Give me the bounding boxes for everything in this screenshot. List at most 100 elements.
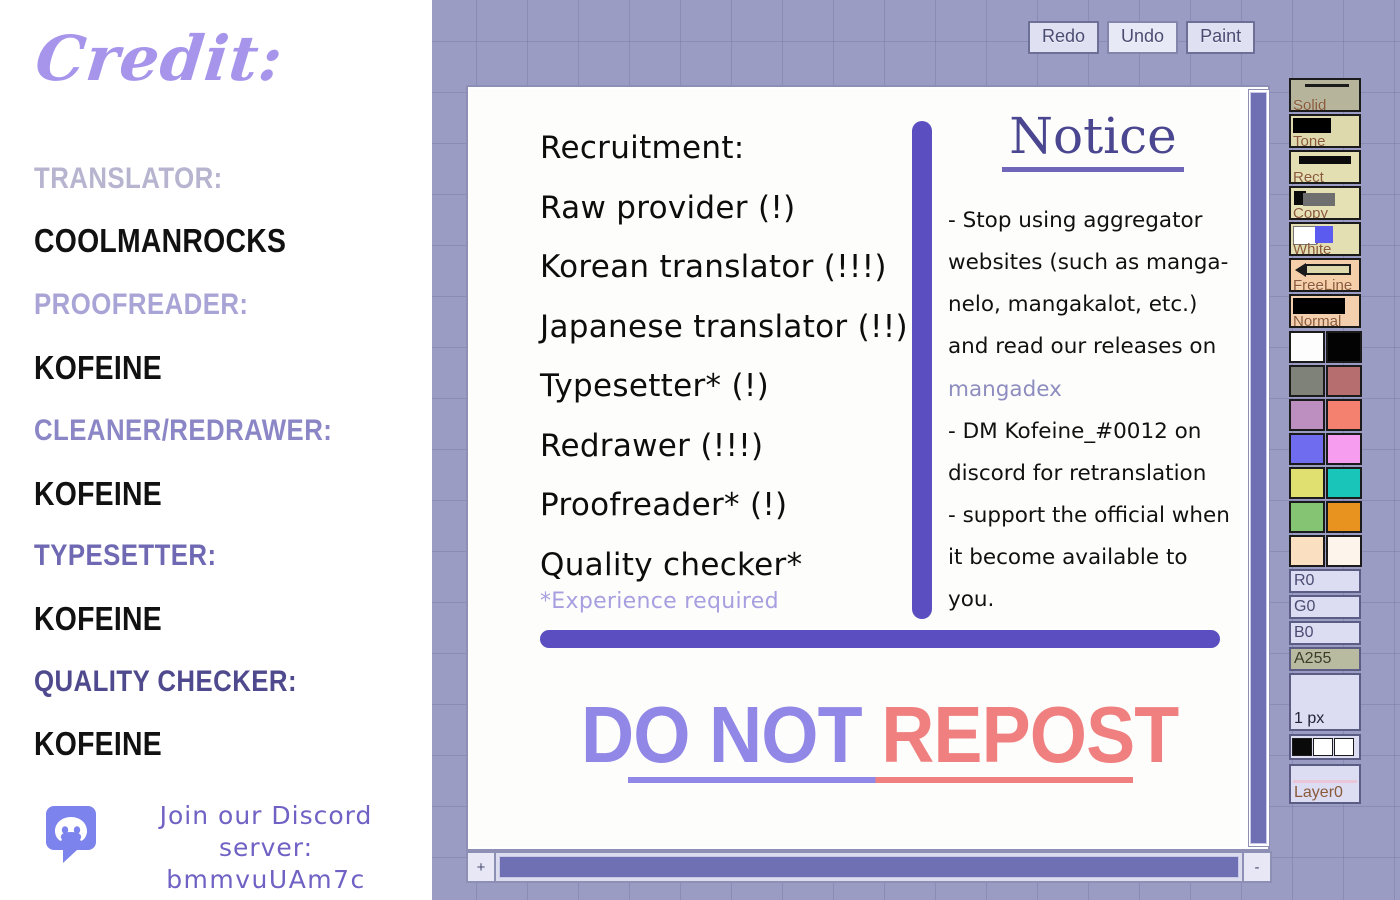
brush-size-box[interactable]: 1 px <box>1289 673 1361 731</box>
notice-body: - Stop using aggregator websites (such a… <box>948 200 1238 621</box>
tool-white[interactable]: White <box>1289 222 1361 256</box>
credit-role-translator: TRANSLATOR: <box>34 162 223 195</box>
tool-label: FreeLine <box>1293 277 1353 292</box>
brush-size-label: 1 px <box>1294 710 1325 727</box>
color-swatch[interactable] <box>1289 331 1325 363</box>
discord-icon <box>40 804 102 866</box>
tool-tone[interactable]: Tone <box>1289 114 1361 148</box>
recruitment-list: Recruitment: Raw provider (!) Korean tra… <box>540 119 930 595</box>
color-swatch[interactable] <box>1326 365 1362 397</box>
color-swatch[interactable] <box>1326 467 1362 499</box>
recruitment-heading: Recruitment: <box>540 130 745 166</box>
notice-line: nelo, mangakalot, etc.) <box>948 292 1198 318</box>
tool-label: Rect <box>1293 169 1324 184</box>
vertical-divider <box>912 121 932 619</box>
layer-strip <box>1293 780 1357 783</box>
scroll-zoom-out-button[interactable]: - <box>1242 853 1270 881</box>
recruitment-item: Typesetter* (!) <box>540 368 770 405</box>
notice-line: and read our releases on <box>948 334 1217 360</box>
mini-swatch[interactable] <box>1292 738 1312 756</box>
color-swatch[interactable] <box>1326 331 1362 363</box>
discord-invite-label: Join our Discord server: <box>159 801 373 862</box>
notice-line: - DM Kofeine_#0012 on <box>948 418 1202 444</box>
mini-swatch-row <box>1289 734 1361 760</box>
color-swatch[interactable] <box>1289 535 1325 567</box>
tool-rect[interactable]: Rect <box>1289 150 1361 184</box>
credit-title: Credit: <box>32 22 287 95</box>
canvas-horizontal-scrollbar[interactable]: + - <box>466 851 1272 883</box>
watermark-part-repost: REPOST <box>881 690 1180 779</box>
color-swatch[interactable] <box>1289 433 1325 465</box>
color-swatch[interactable] <box>1326 399 1362 431</box>
mini-swatch[interactable] <box>1334 738 1354 756</box>
notice-line: discord for retranslation <box>948 460 1207 486</box>
color-swatch[interactable] <box>1289 399 1325 431</box>
tool-palette: Solid Tone Rect Copy White FreeLine Norm… <box>1289 78 1365 804</box>
color-swatch[interactable] <box>1326 501 1362 533</box>
color-swatch[interactable] <box>1289 467 1325 499</box>
solid-preview-icon <box>1305 84 1349 87</box>
channel-red-field[interactable]: R0 <box>1289 569 1361 593</box>
color-swatch[interactable] <box>1326 433 1362 465</box>
canvas-horizontal-scrollbar-thumb[interactable] <box>499 856 1239 878</box>
layer-box[interactable]: Layer0 <box>1289 764 1361 804</box>
undo-button[interactable]: Undo <box>1107 21 1179 54</box>
canvas-page[interactable]: Recruitment: Raw provider (!) Korean tra… <box>470 89 1240 847</box>
recruitment-item: Japanese translator (!!) <box>540 308 908 345</box>
tool-label: Tone <box>1293 133 1326 148</box>
recruitment-item: Raw provider (!) <box>540 189 796 226</box>
recruitment-item: Proofreader* (!) <box>540 487 788 524</box>
credit-role-typesetter: TYPESETTER: <box>34 539 217 572</box>
pencil-body-icon <box>1305 264 1351 275</box>
tool-solid[interactable]: Solid <box>1289 78 1361 112</box>
channel-blue-field[interactable]: B0 <box>1289 621 1361 645</box>
notice-block: Notice - Stop using aggregator websites … <box>948 111 1238 621</box>
credit-name-translator: COOLMANROCKS <box>34 222 287 259</box>
tool-label: Normal <box>1293 313 1342 328</box>
notice-underline <box>1002 167 1184 172</box>
layer-label: Layer0 <box>1294 784 1343 801</box>
channel-alpha-field[interactable]: A255 <box>1289 647 1361 671</box>
credit-panel: Credit: TRANSLATOR: COOLMANROCKS PROOFRE… <box>0 0 432 900</box>
credit-role-cleaner-redrawer: CLEANER/REDRAWER: <box>34 414 333 447</box>
normal-preview-icon <box>1293 298 1345 314</box>
color-swatch[interactable] <box>1289 365 1325 397</box>
discord-invite-code: bmmvuUAm7c <box>166 865 366 894</box>
credit-name-cleaner-redrawer: KOFEINE <box>34 475 162 512</box>
notice-line: websites (such as manga- <box>948 250 1229 276</box>
recruitment-item: Quality checker* <box>540 546 803 583</box>
credit-role-proofreader: PROOFREADER: <box>34 288 249 321</box>
notice-title: Notice <box>1009 107 1177 165</box>
credit-name-typesetter: KOFEINE <box>34 600 162 637</box>
channel-green-field[interactable]: G0 <box>1289 595 1361 619</box>
tool-normal[interactable]: Normal <box>1289 294 1361 328</box>
tool-label: White <box>1293 241 1332 256</box>
scroll-zoom-in-button[interactable]: + <box>468 853 496 881</box>
credit-name-quality-checker: KOFEINE <box>34 725 162 762</box>
color-swatch[interactable] <box>1326 535 1362 567</box>
credit-name-proofreader: KOFEINE <box>34 349 162 386</box>
credit-role-quality-checker: QUALITY CHECKER: <box>34 665 297 698</box>
notice-line: - support the official when <box>948 502 1230 528</box>
tool-label: Solid <box>1293 97 1327 112</box>
notice-line: it become available to you. <box>948 545 1188 613</box>
tool-copy[interactable]: Copy <box>1289 186 1361 220</box>
discord-block: Join our Discord server: bmmvuUAm7c <box>36 800 416 894</box>
paint-button[interactable]: Paint <box>1186 21 1256 54</box>
color-swatch[interactable] <box>1289 501 1325 533</box>
mangadex-link[interactable]: mangadex <box>948 369 1238 411</box>
color-swatch-grid <box>1289 331 1365 569</box>
mini-swatch[interactable] <box>1313 738 1333 756</box>
recruitment-item: Redrawer (!!!) <box>540 427 764 464</box>
redo-button[interactable]: Redo <box>1028 21 1100 54</box>
tool-freeline[interactable]: FreeLine <box>1289 258 1361 292</box>
do-not-repost-watermark: DO NOT REPOST <box>540 689 1220 783</box>
recruitment-item: Korean translator (!!!) <box>540 249 887 286</box>
tone-preview-icon <box>1293 118 1331 133</box>
notice-line: - Stop using aggregator <box>948 208 1203 233</box>
recruitment-footnote: *Experience required <box>540 589 779 614</box>
horizontal-divider <box>540 630 1220 648</box>
discord-text: Join our Discord server: bmmvuUAm7c <box>116 800 416 896</box>
rect-preview-icon <box>1299 156 1351 164</box>
canvas-vertical-scrollbar-thumb[interactable] <box>1250 92 1267 844</box>
